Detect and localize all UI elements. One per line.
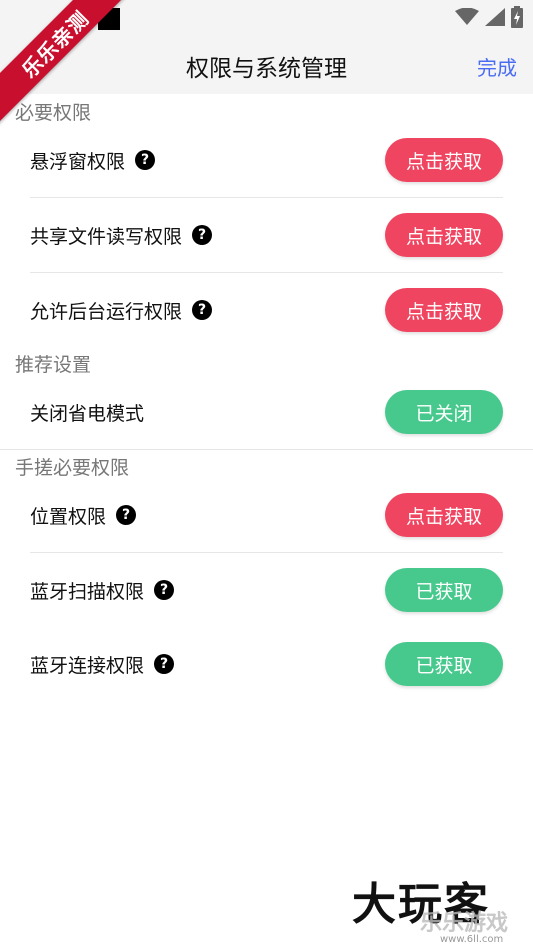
battery-charging-icon bbox=[511, 6, 523, 28]
system-icons bbox=[455, 6, 523, 28]
power-saving-status-button[interactable]: 已关闭 bbox=[385, 390, 503, 434]
permission-row-bluetooth-scan: 蓝牙扫描权限 ? 已获取 bbox=[30, 553, 503, 627]
signal-icon bbox=[485, 8, 505, 26]
help-icon[interactable]: ? bbox=[154, 580, 175, 600]
watermark-url: www.6ll.com bbox=[440, 934, 504, 945]
permission-label: 共享文件读写权限 bbox=[30, 225, 183, 248]
grant-background-run-button[interactable]: 点击获取 bbox=[385, 288, 503, 332]
permission-label: 悬浮窗权限 bbox=[30, 150, 126, 173]
section-title-recommended: 推荐设置 bbox=[15, 354, 92, 376]
grant-shared-files-button[interactable]: 点击获取 bbox=[385, 213, 503, 257]
wifi-icon bbox=[455, 8, 479, 25]
page-title: 权限与系统管理 bbox=[186, 56, 347, 82]
section-title-required: 必要权限 bbox=[15, 102, 92, 124]
permission-row-background-run: 允许后台运行权限 ? 点击获取 bbox=[30, 273, 503, 347]
section-title-manual-required: 手搓必要权限 bbox=[15, 457, 130, 479]
permission-row-shared-files: 共享文件读写权限 ? 点击获取 bbox=[30, 198, 503, 272]
grant-floating-window-button[interactable]: 点击获取 bbox=[385, 138, 503, 182]
help-icon[interactable]: ? bbox=[116, 505, 137, 525]
permission-row-location: 位置权限 ? 点击获取 bbox=[30, 478, 503, 552]
bluetooth-scan-status-button[interactable]: 已获取 bbox=[385, 568, 503, 612]
help-icon[interactable]: ? bbox=[154, 654, 175, 674]
watermark-subtitle: 乐乐游戏 bbox=[420, 911, 509, 936]
app-header: 权限与系统管理 完成 bbox=[0, 36, 533, 94]
permission-label: 蓝牙扫描权限 bbox=[30, 580, 145, 603]
grant-location-button[interactable]: 点击获取 bbox=[385, 493, 503, 537]
help-icon[interactable]: ? bbox=[192, 300, 213, 320]
section-divider bbox=[0, 449, 533, 450]
bluetooth-connect-status-button[interactable]: 已获取 bbox=[385, 642, 503, 686]
permission-label: 允许后台运行权限 bbox=[30, 300, 183, 323]
permission-row-floating-window: 悬浮窗权限 ? 点击获取 bbox=[30, 123, 503, 197]
permission-label: 蓝牙连接权限 bbox=[30, 654, 145, 677]
setting-label: 关闭省电模式 bbox=[30, 402, 145, 425]
setting-row-power-saving: 关闭省电模式 已关闭 bbox=[30, 375, 503, 449]
help-icon[interactable]: ? bbox=[135, 150, 156, 170]
permission-label: 位置权限 bbox=[30, 505, 107, 528]
help-icon[interactable]: ? bbox=[192, 225, 213, 245]
permission-row-bluetooth-connect: 蓝牙连接权限 ? 已获取 bbox=[30, 627, 503, 701]
done-button[interactable]: 完成 bbox=[477, 52, 517, 81]
